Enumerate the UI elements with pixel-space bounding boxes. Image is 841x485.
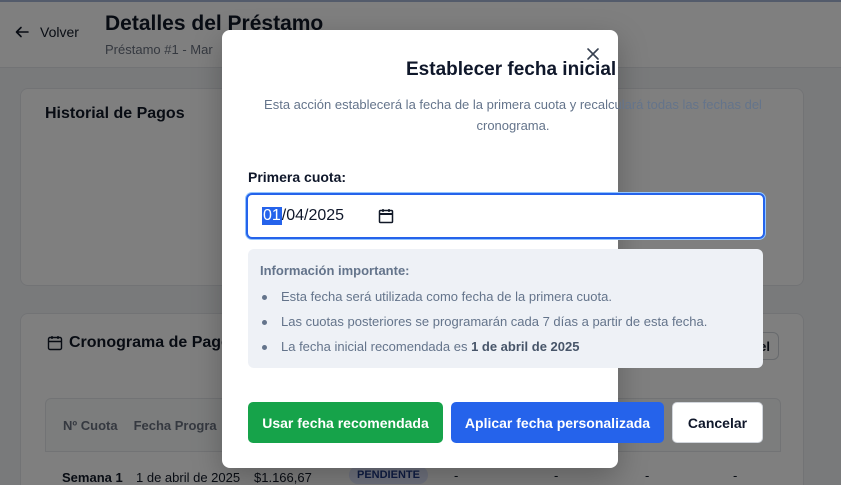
info-title: Información importante: [260,263,410,278]
use-recommended-date-button[interactable]: Usar fecha recomendada [248,402,443,443]
info-item: Las cuotas posteriores se programarán ca… [260,309,751,334]
info-item: Esta fecha será utilizada como fecha de … [260,284,751,309]
date-rest-segment[interactable]: /04/2025 [282,207,344,225]
recommended-prefix: La fecha inicial recomendada es [281,339,472,354]
set-start-date-dialog: Establecer fecha inicial Esta acción est… [222,30,765,468]
dialog-title: Establecer fecha inicial [406,59,617,80]
date-day-segment[interactable]: 01 [262,207,282,225]
info-list: Esta fecha será utilizada como fecha de … [260,284,751,359]
apply-custom-date-button[interactable]: Aplicar fecha personalizada [451,402,664,443]
important-info-box: Información importante: Esta fecha será … [248,249,763,368]
info-item: La fecha inicial recomendada es 1 de abr… [260,334,751,359]
calendar-picker-icon[interactable] [378,208,394,224]
dialog-description: Esta acción establecerá la fecha de la p… [264,97,762,133]
recommended-date: 1 de abril de 2025 [471,339,580,354]
first-installment-date-input[interactable]: 01 /04/2025 [246,193,765,239]
first-installment-label: Primera cuota: [248,169,347,185]
cancel-button[interactable]: Cancelar [672,402,763,443]
